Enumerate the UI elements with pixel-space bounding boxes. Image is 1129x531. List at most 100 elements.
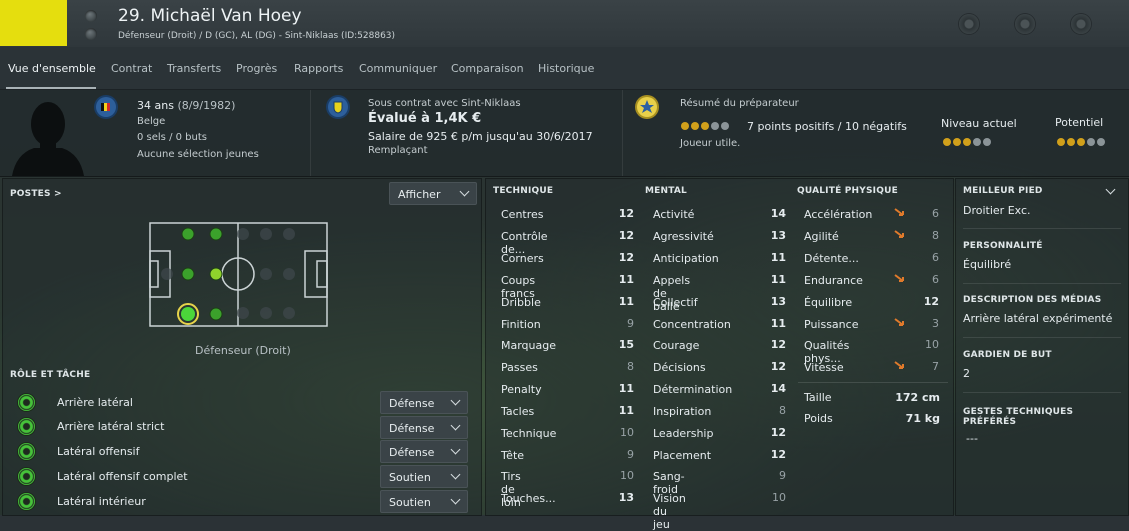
tab-communicate[interactable]: Communiquer	[359, 62, 437, 75]
attribute-value: 12	[770, 426, 786, 439]
info-strip: 34 ans (8/9/1982) Belge 0 sels / 0 buts …	[0, 90, 1129, 177]
best-foot-value: Droitier Exc.	[963, 204, 1031, 217]
attribute-name: Marquage	[501, 339, 557, 352]
weight-value: 71 kg	[905, 412, 940, 425]
player-name: 29. Michaël Van Hoey	[118, 6, 302, 26]
role-name[interactable]: Arrière latéral	[57, 396, 257, 409]
attribute-value: 10	[772, 491, 786, 504]
attribute-value: 6	[932, 207, 939, 220]
tab-history[interactable]: Historique	[538, 62, 594, 75]
decline-arrow-icon	[894, 230, 904, 238]
attribute-value: 11	[618, 295, 634, 308]
attribute-value: 12	[618, 207, 634, 220]
divider	[963, 228, 1121, 229]
personality-title: PERSONNALITÉ	[963, 241, 1043, 251]
attribute-name: Agilité	[804, 230, 839, 243]
club-color-swatch	[0, 0, 67, 46]
attribute-name: Leadership	[653, 427, 714, 440]
positions-title[interactable]: POSTES >	[10, 189, 62, 199]
attribute-name: Concentration	[653, 318, 731, 331]
attribute-name: Tacles	[501, 405, 535, 418]
height-label: Taille	[804, 391, 832, 404]
goalkeeper-value: 2	[963, 367, 970, 380]
tab-contract[interactable]: Contrat	[111, 62, 152, 75]
role-name[interactable]: Latéral offensif complet	[57, 470, 257, 483]
header-dot	[85, 10, 97, 22]
attribute-value: 11	[618, 382, 634, 395]
attribute-value: 12	[770, 448, 786, 461]
attribute-name: Dribble	[501, 296, 541, 309]
chevron-down-icon	[450, 420, 461, 431]
attribute-name: Centres	[501, 208, 544, 221]
duty-dropdown[interactable]: Défense	[380, 391, 468, 414]
attribute-name: Détente...	[804, 252, 859, 265]
physical-title: QUALITÉ PHYSIQUE	[797, 186, 898, 196]
divider	[963, 337, 1121, 338]
squad-status: Remplaçant	[368, 145, 428, 156]
attribute-name: Vitesse	[804, 361, 844, 374]
attribute-value: 11	[618, 273, 634, 286]
header-action-button[interactable]	[1015, 14, 1035, 34]
decline-arrow-icon	[894, 274, 904, 282]
attribute-value: 7	[932, 360, 939, 373]
divider	[963, 392, 1121, 393]
tab-progress[interactable]: Progrès	[236, 62, 277, 75]
tab-reports[interactable]: Rapports	[294, 62, 343, 75]
tab-transfers[interactable]: Transferts	[167, 62, 221, 75]
nationality-flag-icon	[96, 97, 116, 117]
active-tab-indicator	[6, 87, 96, 89]
attribute-name: Collectif	[653, 296, 698, 309]
potential-ability-stars	[1057, 136, 1107, 149]
header-action-button[interactable]	[1071, 14, 1091, 34]
attribute-value: 13	[770, 295, 786, 308]
duty-value: Défense	[389, 397, 435, 410]
attribute-value: 11	[618, 404, 634, 417]
role-name[interactable]: Latéral intérieur	[57, 495, 257, 508]
attribute-value: 6	[932, 273, 939, 286]
attribute-value: 6	[932, 251, 939, 264]
height-value: 172 cm	[895, 391, 940, 404]
attribute-value: 12	[923, 295, 939, 308]
divider	[963, 283, 1121, 284]
positions-display-dropdown[interactable]: Afficher	[389, 182, 477, 205]
attribute-value: 8	[627, 360, 634, 373]
attribute-name: Placement	[653, 449, 712, 462]
attribute-value: 12	[618, 229, 634, 242]
tab-comparison[interactable]: Comparaison	[451, 62, 524, 75]
chevron-down-icon	[450, 395, 461, 406]
attribute-name: Équilibre	[804, 296, 853, 309]
attribute-value: 9	[627, 317, 634, 330]
attribute-value: 9	[779, 469, 786, 482]
tab-overview[interactable]: Vue d'ensemble	[8, 62, 96, 75]
role-name[interactable]: Latéral offensif	[57, 445, 257, 458]
current-ability-label: Niveau actuel	[941, 117, 1017, 130]
duty-dropdown[interactable]: Défense	[380, 416, 468, 439]
duty-dropdown[interactable]: Soutien	[380, 490, 468, 513]
attribute-name: Finition	[501, 318, 541, 331]
coach-summary-text: 7 points positifs / 10 négatifs	[747, 120, 907, 133]
attribute-name: Touches...	[501, 492, 556, 505]
attribute-value: 11	[770, 317, 786, 330]
position-pitch	[149, 222, 328, 327]
attribute-name: Courage	[653, 339, 700, 352]
duty-dropdown[interactable]: Soutien	[380, 465, 468, 488]
header-action-button[interactable]	[959, 14, 979, 34]
dropdown-label: Afficher	[398, 188, 441, 201]
duty-dropdown[interactable]: Défense	[380, 440, 468, 463]
role-name[interactable]: Arrière latéral strict	[57, 420, 257, 433]
roles-title: RÔLE ET TÂCHE	[10, 370, 91, 380]
technical-title: TECHNIQUE	[493, 186, 554, 196]
attribute-value: 11	[770, 273, 786, 286]
attribute-value: 15	[618, 338, 634, 351]
attribute-value: 10	[925, 338, 939, 351]
role-icon	[18, 443, 35, 460]
attribute-name: Passes	[501, 361, 538, 374]
potential-ability-label: Potentiel	[1055, 116, 1104, 129]
player-subtitle: Défenseur (Droit) / D (GC), AL (DG) - Si…	[118, 31, 396, 41]
chevron-down-icon	[450, 469, 461, 480]
attribute-name: Accélération	[804, 208, 873, 221]
attribute-value: 13	[770, 229, 786, 242]
media-description-title: DESCRIPTION DES MÉDIAS	[963, 295, 1102, 305]
divider	[310, 90, 311, 176]
attribute-name: Activité	[653, 208, 695, 221]
